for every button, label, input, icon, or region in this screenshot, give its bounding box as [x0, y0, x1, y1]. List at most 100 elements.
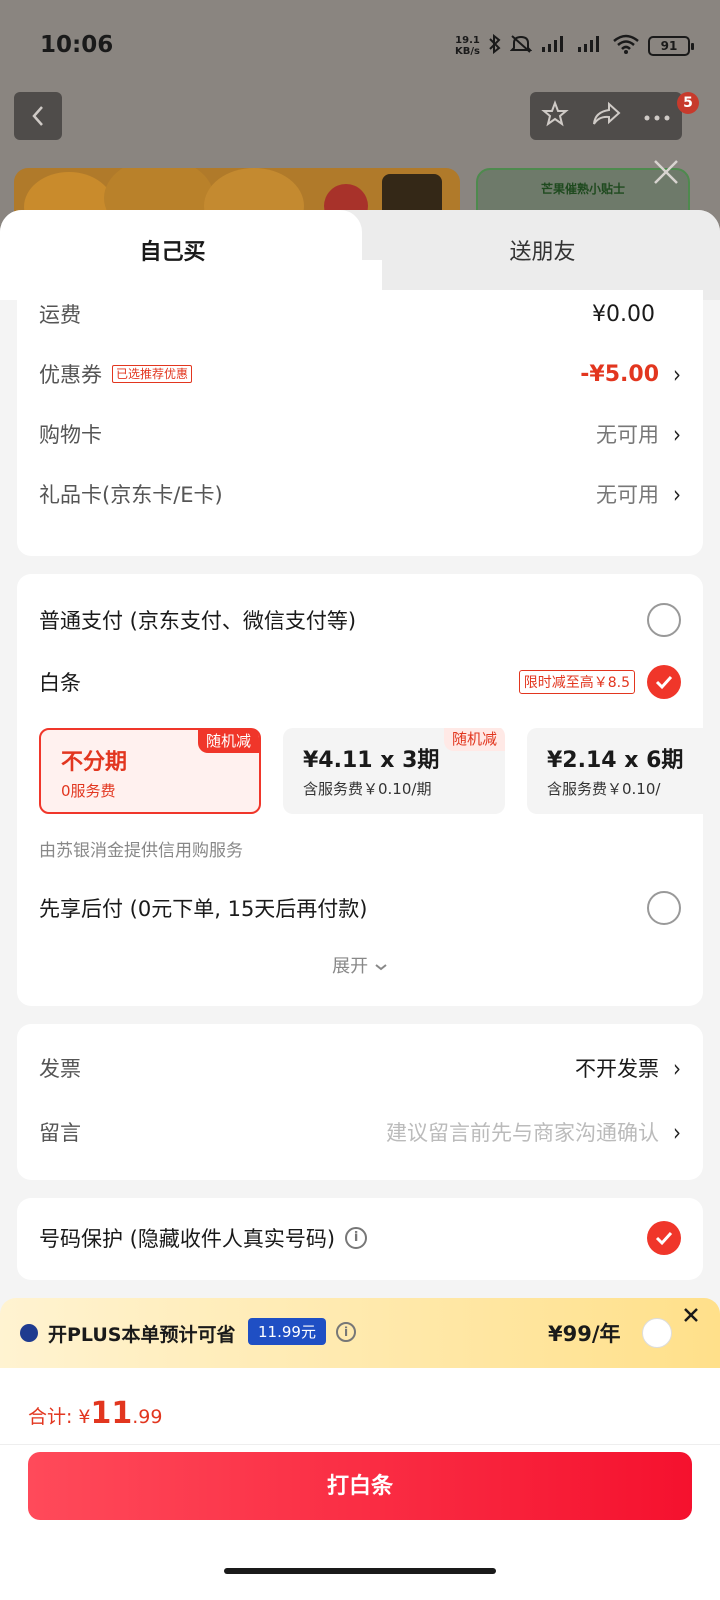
plan-fee: 0服务费: [61, 782, 116, 800]
tab-gift-friend[interactable]: 送朋友: [365, 234, 720, 266]
plus-membership-bar[interactable]: 开PLUS本单预计可省 11.99元 i ¥99/年: [0, 1298, 720, 1368]
plus-text: 开PLUS本单预计可省: [48, 1324, 236, 1346]
info-icon[interactable]: i: [336, 1322, 356, 1342]
purchase-tabs: 自己买 送朋友: [0, 210, 720, 300]
message-label: 留言: [39, 1121, 81, 1145]
plan-title: ¥2.14 x 6期: [547, 748, 684, 773]
plus-price: ¥99/年: [548, 1322, 621, 1346]
baitiao-row[interactable]: 白条 限时减至高￥8.5: [39, 662, 681, 702]
message-placeholder[interactable]: 建议留言前先与商家沟通确认: [386, 1117, 659, 1147]
normal-pay-label: 普通支付 (京东支付、微信支付等): [39, 609, 357, 633]
expand-label: 展开: [332, 956, 369, 977]
signal-icon-2: [576, 35, 604, 57]
gift-card-row[interactable]: 礼品卡(京东卡/E卡) 无可用 ›: [39, 474, 681, 514]
plan-title: ¥4.11 x 3期: [303, 748, 440, 773]
chevron-right-icon: ›: [673, 359, 681, 389]
plan-fee: 含服务费￥0.10/期: [303, 780, 432, 798]
info-icon[interactable]: i: [345, 1227, 368, 1249]
back-button[interactable]: [14, 92, 62, 140]
check-icon: [655, 675, 673, 690]
coupon-value-wrap: -¥5.00 ›: [580, 359, 681, 389]
signal-icon: [540, 35, 568, 57]
number-protection-label: 号码保护 (隐藏收件人真实号码): [39, 1227, 336, 1251]
battery-indicator: 91: [648, 35, 694, 56]
invoice-value: 不开发票: [575, 1057, 659, 1081]
tab-buy-self-label[interactable]: 自己买: [0, 234, 345, 266]
star-icon[interactable]: [541, 100, 569, 132]
pay-later-row[interactable]: 先享后付 (0元下单, 15天后再付款): [39, 888, 681, 928]
plan-random-discount-badge: 随机减: [197, 728, 259, 753]
chevron-right-icon: ›: [673, 1117, 681, 1147]
plan-title: 不分期: [61, 750, 128, 775]
baitiao-label: 白条: [39, 671, 81, 695]
payment-card: 普通支付 (京东支付、微信支付等) 白条 限时减至高￥8.5 不分期 0服务费 …: [17, 574, 703, 1006]
pay-later-radio[interactable]: [647, 891, 681, 925]
gift-card-value: 无可用: [596, 483, 659, 507]
sheet-close-icon[interactable]: [650, 156, 682, 188]
number-protection-row[interactable]: 号码保护 (隐藏收件人真实号码) i: [39, 1218, 681, 1258]
share-icon[interactable]: [591, 101, 621, 131]
installment-plans: 不分期 0服务费 随机减 ¥4.11 x 3期 含服务费￥0.10/期 随机减 …: [39, 728, 703, 816]
number-protection-check[interactable]: [647, 1221, 681, 1255]
order-total: 合计: ¥ 11 .99: [28, 1396, 162, 1431]
chevron-left-icon: [32, 106, 43, 126]
invoice-label: 发票: [39, 1057, 81, 1081]
home-indicator[interactable]: [224, 1568, 496, 1574]
shipping-value: ¥0.00: [592, 301, 655, 327]
plan-option[interactable]: ¥2.14 x 6期 含服务费￥0.10/: [527, 728, 703, 814]
shopping-card-label: 购物卡: [39, 423, 102, 447]
plus-radio[interactable]: [642, 1318, 672, 1348]
pay-with-baitiao-button[interactable]: 打白条: [28, 1452, 692, 1520]
expand-toggle[interactable]: 展开: [17, 952, 703, 978]
plus-savings-badge: 11.99元: [248, 1318, 326, 1345]
checkout-footer: 合计: ¥ 11 .99 打白条: [0, 1368, 720, 1600]
invoice-value-wrap: 不开发票 ›: [575, 1053, 681, 1083]
normal-pay-radio[interactable]: [647, 603, 681, 637]
check-icon: [655, 1231, 673, 1246]
footer-divider: [0, 1444, 720, 1445]
checkout-sheet: 自己买 送朋友 运费 ¥0.00 优惠券 已选推荐优惠 -¥5.00 › 购物卡…: [0, 210, 720, 1600]
coupon-value: -¥5.00: [580, 361, 659, 387]
coupon-recommended-tag: 已选推荐优惠: [112, 365, 193, 383]
message-row[interactable]: 留言 建议留言前先与商家沟通确认 ›: [39, 1112, 681, 1152]
shipping-label: 运费: [39, 303, 81, 327]
message-input-wrap: 建议留言前先与商家沟通确认 ›: [386, 1117, 681, 1147]
close-icon[interactable]: [680, 1304, 702, 1326]
chevron-down-icon: [374, 956, 388, 977]
total-decimal: .99: [132, 1406, 163, 1428]
chevron-right-icon: ›: [673, 1053, 681, 1083]
plan-option[interactable]: ¥4.11 x 3期 含服务费￥0.10/期 随机减: [283, 728, 505, 814]
crown-icon: [20, 1324, 38, 1342]
cost-card: 运费 ¥0.00 优惠券 已选推荐优惠 -¥5.00 › 购物卡 无可用 › 礼…: [17, 290, 703, 556]
total-currency: ¥: [78, 1406, 91, 1428]
baitiao-selected-check[interactable]: [647, 665, 681, 699]
network-speed: 19.1 KB/s: [455, 34, 480, 57]
nav-actions: [530, 92, 682, 140]
credit-provider-note: 由苏银消金提供信用购服务: [39, 841, 243, 861]
shopping-card-value: 无可用: [596, 423, 659, 447]
invoice-card: 发票 不开发票 › 留言 建议留言前先与商家沟通确认 ›: [17, 1024, 703, 1180]
plan-option[interactable]: 不分期 0服务费 随机减: [39, 728, 261, 814]
normal-pay-row[interactable]: 普通支付 (京东支付、微信支付等): [39, 600, 681, 640]
baitiao-promo-tag: 限时减至高￥8.5: [518, 670, 635, 694]
total-integer: 11: [90, 1396, 133, 1431]
gift-card-value-wrap: 无可用 ›: [596, 479, 681, 509]
invoice-row[interactable]: 发票 不开发票 ›: [39, 1048, 681, 1088]
coupon-row[interactable]: 优惠券 已选推荐优惠 -¥5.00 ›: [39, 354, 681, 394]
shopping-card-value-wrap: 无可用 ›: [596, 419, 681, 449]
status-icons: 19.1 KB/s 91: [455, 33, 694, 57]
notification-badge: 5: [677, 92, 699, 114]
bluetooth-icon: [488, 33, 502, 57]
shopping-card-row[interactable]: 购物卡 无可用 ›: [39, 414, 681, 454]
more-icon[interactable]: [643, 107, 671, 126]
gift-card-label: 礼品卡(京东卡/E卡): [39, 483, 223, 507]
plan-random-discount-badge: 随机减: [443, 728, 505, 751]
coupon-label: 优惠券: [39, 363, 102, 387]
status-time: 10:06: [40, 32, 114, 58]
shipping-row: 运费 ¥0.00: [39, 294, 681, 334]
status-bar: 10:06 19.1 KB/s 91: [0, 0, 720, 90]
plan-fee: 含服务费￥0.10/: [547, 780, 661, 798]
wifi-icon: [612, 34, 640, 57]
chevron-right-icon: ›: [673, 419, 681, 449]
pay-later-label: 先享后付 (0元下单, 15天后再付款): [39, 897, 368, 921]
